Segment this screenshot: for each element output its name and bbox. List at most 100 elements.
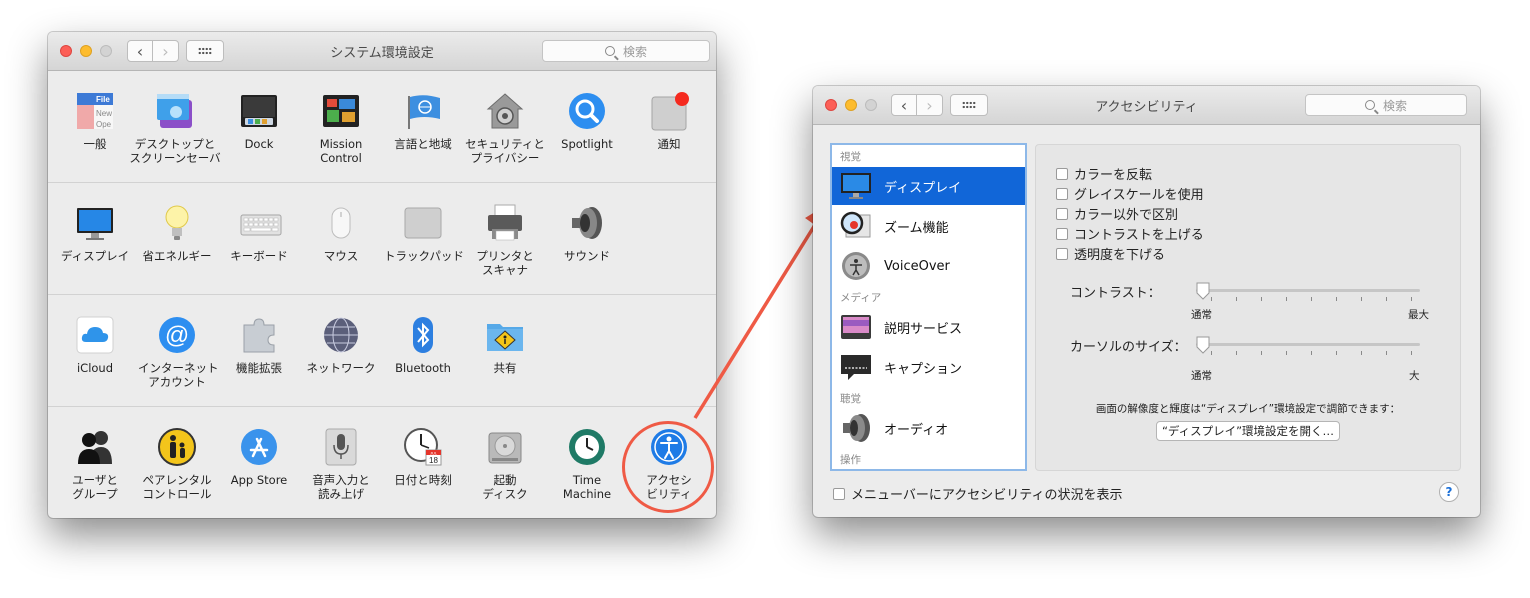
pref-label: 日付と時刻 <box>394 473 452 487</box>
pref-time-machine[interactable]: Time Machine <box>548 428 626 501</box>
open-display-preferences-button[interactable]: “ディスプレイ”環境設定を開く… <box>1156 421 1340 441</box>
pref-parental[interactable]: ペアレンタル コントロール <box>138 428 216 501</box>
checkbox-box[interactable] <box>1056 247 1068 260</box>
calendar-day-text: 18 <box>429 456 438 465</box>
checkbox-box[interactable] <box>1056 227 1068 240</box>
reduce-transparency-checkbox[interactable]: 透明度を下げる <box>1056 244 1165 263</box>
svg-text:@: @ <box>165 322 189 349</box>
sidebar-item-zoom[interactable]: ズーム機能 <box>832 207 1025 245</box>
spotlight-icon <box>568 92 606 130</box>
cursor-size-max-label: 大 <box>1409 370 1420 382</box>
pref-dock[interactable]: Dock <box>220 92 298 151</box>
pref-icloud[interactable]: iCloud <box>56 316 134 375</box>
cursor-size-min-label: 通常 <box>1191 370 1212 382</box>
cursor-size-slider-track[interactable] <box>1196 343 1420 346</box>
pref-desktop[interactable]: デスクトップと スクリーンセーバ <box>128 92 222 165</box>
help-button[interactable]: ? <box>1439 482 1459 502</box>
search-icon <box>1364 100 1375 110</box>
pref-notifications[interactable]: 通知 <box>630 92 708 151</box>
search-field[interactable]: 検索 <box>1305 94 1467 116</box>
system-preferences-window: ‹ › システム環境設定 検索 File New Ope 一般 デスクトップと … <box>48 32 716 518</box>
calendar-month-text: JUL <box>430 451 438 456</box>
pref-app-store[interactable]: App Store <box>220 428 298 487</box>
bluetooth-icon <box>404 316 442 354</box>
pref-bluetooth[interactable]: Bluetooth <box>384 316 462 375</box>
contrast-max-label: 最大 <box>1408 309 1429 321</box>
pref-label: マウス <box>323 249 359 263</box>
general-icon: File New Ope <box>76 92 114 130</box>
pref-dictation[interactable]: 音声入力と 読み上げ <box>302 428 380 501</box>
pref-displays[interactable]: ディスプレイ <box>56 204 134 263</box>
pref-mission-control[interactable]: Mission Control <box>302 92 380 165</box>
cursor-size-label: カーソルのサイズ： <box>1070 340 1187 355</box>
pref-mouse[interactable]: マウス <box>302 204 380 263</box>
keyboard-icon <box>240 204 282 242</box>
checkbox-box[interactable] <box>1056 207 1068 220</box>
pref-sharing[interactable]: 共有 <box>466 316 544 375</box>
disk-icon <box>486 428 524 466</box>
pref-label: ネットワーク <box>306 361 376 375</box>
sidebar-item-audio[interactable]: オーディオ <box>832 409 1025 447</box>
audio-speaker-icon <box>840 413 872 443</box>
checkbox-label: カラー以外で区別 <box>1074 208 1179 223</box>
show-in-menubar-checkbox[interactable]: メニューバーにアクセシビリティの状況を表示 <box>833 484 1122 503</box>
contrast-slider-track[interactable] <box>1196 289 1420 292</box>
category-list[interactable]: 視覚 ディスプレイ ズーム機能 VoiceOver メディア 説明サービス キャ… <box>830 143 1027 471</box>
pref-label: ディスプレイ <box>60 249 130 263</box>
pref-printers[interactable]: プリンタと スキャナ <box>466 204 544 277</box>
sidebar-item-captions[interactable]: キャプション <box>832 348 1025 386</box>
checkbox-box[interactable] <box>833 487 845 500</box>
lightbulb-icon <box>158 204 196 242</box>
pref-energy[interactable]: 省エネルギー <box>138 204 216 263</box>
differentiate-without-color-checkbox[interactable]: カラー以外で区別 <box>1056 204 1178 223</box>
pref-label: ユーザと グループ <box>72 473 118 501</box>
microphone-icon <box>322 428 360 466</box>
notifications-icon <box>650 92 689 131</box>
pref-label: プリンタと スキャナ <box>476 249 534 277</box>
pref-internet-accounts[interactable]: @ インターネット アカウント <box>138 316 219 389</box>
search-field[interactable]: 検索 <box>542 40 710 62</box>
at-sign-icon: @ <box>158 316 196 354</box>
pref-label: 通知 <box>657 137 681 151</box>
sidebar-item-label: キャプション <box>884 361 963 377</box>
contrast-slider-knob[interactable] <box>1196 282 1210 300</box>
app-store-icon <box>240 428 278 466</box>
grayscale-checkbox[interactable]: グレイスケールを使用 <box>1056 184 1204 203</box>
checkbox-box[interactable] <box>1056 187 1068 200</box>
pref-trackpad[interactable]: トラックパッド <box>384 204 464 263</box>
accessibility-window: ‹ › アクセシビリティ 検索 視覚 ディスプレイ ズーム機能 VoiceOve… <box>813 86 1480 517</box>
pref-sound[interactable]: サウンド <box>548 204 626 263</box>
sidebar-item-descriptions[interactable]: 説明サービス <box>832 308 1025 346</box>
time-machine-icon <box>568 428 606 466</box>
pref-spotlight[interactable]: Spotlight <box>548 92 626 151</box>
pref-language[interactable]: 言語と地域 <box>384 92 462 151</box>
increase-contrast-checkbox[interactable]: コントラストを上げる <box>1056 224 1204 243</box>
sidebar-item-voiceover[interactable]: VoiceOver <box>832 247 1025 285</box>
pref-general[interactable]: File New Ope 一般 <box>56 92 134 151</box>
dock-icon <box>240 92 278 130</box>
pref-date-time[interactable]: JUL 18 日付と時刻 <box>384 428 462 487</box>
sidebar-item-display[interactable]: ディスプレイ <box>832 167 1025 205</box>
checkbox-box[interactable] <box>1056 167 1068 180</box>
pref-keyboard[interactable]: キーボード <box>220 204 298 263</box>
pref-label: デスクトップと スクリーンセーバ <box>129 137 221 165</box>
title-bar: ‹ › システム環境設定 検索 <box>48 32 716 71</box>
pref-security[interactable]: セキュリティと プライバシー <box>458 92 552 165</box>
users-icon <box>76 428 114 466</box>
cursor-size-slider-knob[interactable] <box>1196 336 1210 354</box>
pref-label: トラックパッド <box>384 249 464 263</box>
general-new-text: New <box>96 109 112 118</box>
invert-colors-checkbox[interactable]: カラーを反転 <box>1056 164 1152 183</box>
pref-users[interactable]: ユーザと グループ <box>56 428 134 501</box>
display-note: 画面の解像度と輝度は“ディスプレイ”環境設定で調節できます： <box>1095 403 1401 415</box>
pref-extensions[interactable]: 機能拡張 <box>220 316 298 375</box>
zoom-magnifier-icon <box>840 211 872 241</box>
pref-label: 起動 ディスク <box>482 473 528 501</box>
pref-startup-disk[interactable]: 起動 ディスク <box>466 428 544 501</box>
pref-label: 共有 <box>493 361 517 375</box>
clock-icon: JUL 18 <box>404 428 442 466</box>
pref-network[interactable]: ネットワーク <box>302 316 380 375</box>
general-file-text: File <box>96 95 110 104</box>
checkbox-label: カラーを反転 <box>1074 168 1153 183</box>
display-icon <box>840 171 872 201</box>
